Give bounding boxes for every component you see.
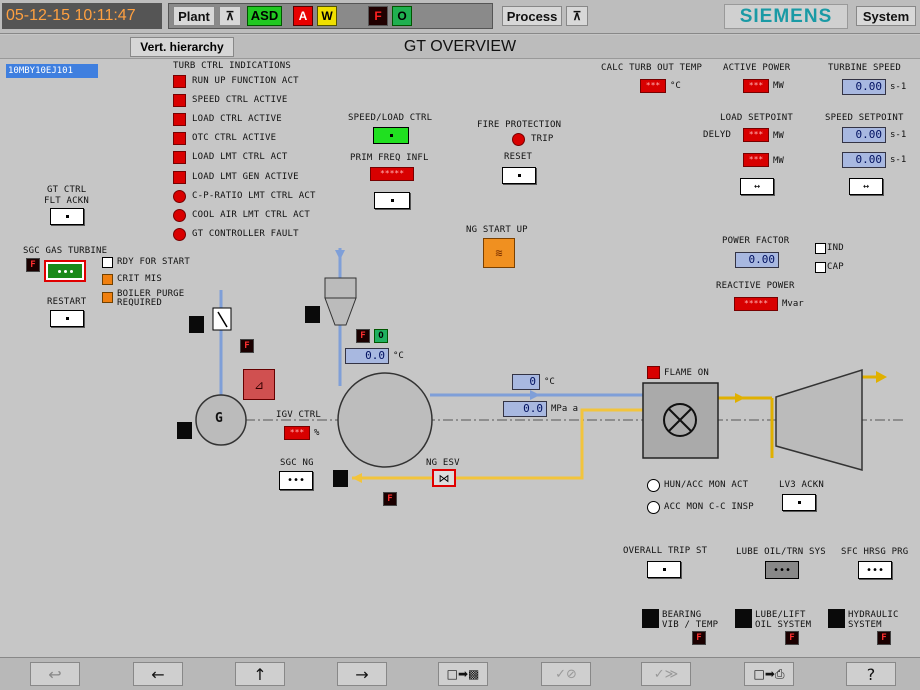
exhaust-arrow: [876, 371, 887, 383]
turbine-to-exhaust-arrow: [735, 393, 745, 403]
sgc-ng-label: SGC NG: [280, 458, 314, 468]
compressor-inlet-temp-unit: °C: [393, 351, 404, 361]
acknowledge-all-button[interactable]: ✓≫: [641, 662, 691, 686]
lv3-ackn-button[interactable]: [782, 494, 816, 511]
overall-trip-st-button[interactable]: [647, 561, 681, 578]
nav-left-button[interactable]: ←: [133, 662, 183, 686]
lube-lift-oil-block[interactable]: [735, 609, 752, 628]
hydraulic-system-block[interactable]: [828, 609, 845, 628]
sfc-hrsg-prg-button[interactable]: •••: [858, 561, 892, 579]
igv-actuator-block[interactable]: [305, 306, 320, 323]
acknowledge-button[interactable]: ✓⊘: [541, 662, 591, 686]
acc-mon-cc-insp-indicator: [647, 501, 660, 514]
generator-excitation-block[interactable]: [177, 422, 192, 439]
compressor-outlet-pressure-unit: MPa a: [551, 404, 579, 414]
compressor-outlet-pressure-value: 0.0: [503, 401, 547, 417]
acc-mon-cc-insp-label: ACC MON C-C INSP: [664, 502, 754, 512]
sgc-ng-button[interactable]: •••: [279, 471, 313, 490]
flame-on-label: FLAME ON: [664, 368, 709, 378]
gt-overview-screen: 05-12-15 10:11:47 Plant ⊼ ASD A W F O Pr…: [0, 0, 920, 690]
fuel-flow-arrow: [352, 473, 362, 483]
ng-esv-actuator-block[interactable]: [333, 470, 348, 487]
lube-oil-trn-sys-label: LUBE OIL/TRN SYS: [736, 547, 826, 557]
lube-lift-f-indicator[interactable]: F: [785, 631, 799, 645]
air-flow-arrow: [530, 390, 540, 400]
igv-ctrl-value: ***: [284, 426, 310, 440]
compressor-inlet-temp-value: 0.0: [345, 348, 389, 364]
generator-breaker-block[interactable]: [189, 316, 204, 333]
nav-up-button[interactable]: ↑: [235, 662, 285, 686]
bearing-vib-temp-block[interactable]: [642, 609, 659, 628]
compressor-outlet-temp-value: 0: [512, 374, 540, 390]
igv-ctrl-label: IGV CTRL: [276, 410, 321, 420]
sfc-hrsg-prg-label: SFC HRSG PRG: [841, 547, 909, 557]
igv-ctrl-unit: %: [314, 428, 320, 438]
help-button[interactable]: ?: [846, 662, 896, 686]
inlet-arrow: [335, 250, 345, 260]
hydraulic-system-label: SYSTEM: [848, 620, 882, 630]
ng-esv-f-indicator[interactable]: F: [383, 492, 397, 506]
display-select-button[interactable]: □➡▩: [438, 662, 488, 686]
process-diagram: [195, 248, 905, 483]
compressor-o-indicator[interactable]: O: [374, 329, 388, 343]
oil-system-label: OIL SYSTEM: [755, 620, 812, 630]
starter-motor-button[interactable]: ⊿: [243, 369, 275, 400]
vib-temp-label: VIB / TEMP: [662, 620, 719, 630]
back-return-button[interactable]: ↩: [30, 662, 80, 686]
generator-label: G: [215, 411, 224, 426]
air-intake-icon: [324, 277, 357, 299]
generator-f-indicator[interactable]: F: [240, 339, 254, 353]
ng-esv-label: NG ESV: [426, 458, 460, 468]
lube-oil-trn-sys-button[interactable]: •••: [765, 561, 799, 579]
lv3-ackn-label: LV3 ACKN: [779, 480, 824, 490]
overall-trip-st-label: OVERALL TRIP ST: [623, 546, 708, 556]
compressor-outlet-temp-unit: °C: [544, 377, 555, 387]
ng-esv-valve[interactable]: ⋈: [432, 469, 456, 487]
nav-right-button[interactable]: →: [337, 662, 387, 686]
air-filter-icon: [324, 297, 357, 326]
flame-on-indicator: [647, 366, 660, 379]
hydraulic-f-indicator[interactable]: F: [877, 631, 891, 645]
compressor-icon: [337, 372, 433, 468]
hun-acc-mon-label: HUN/ACC MON ACT: [664, 480, 749, 490]
hun-acc-mon-indicator: [647, 479, 660, 492]
compressor-f-indicator[interactable]: F: [356, 329, 370, 343]
bearing-f-indicator[interactable]: F: [692, 631, 706, 645]
print-display-button[interactable]: □➡⎙: [744, 662, 794, 686]
turbine-icon: [775, 368, 863, 471]
